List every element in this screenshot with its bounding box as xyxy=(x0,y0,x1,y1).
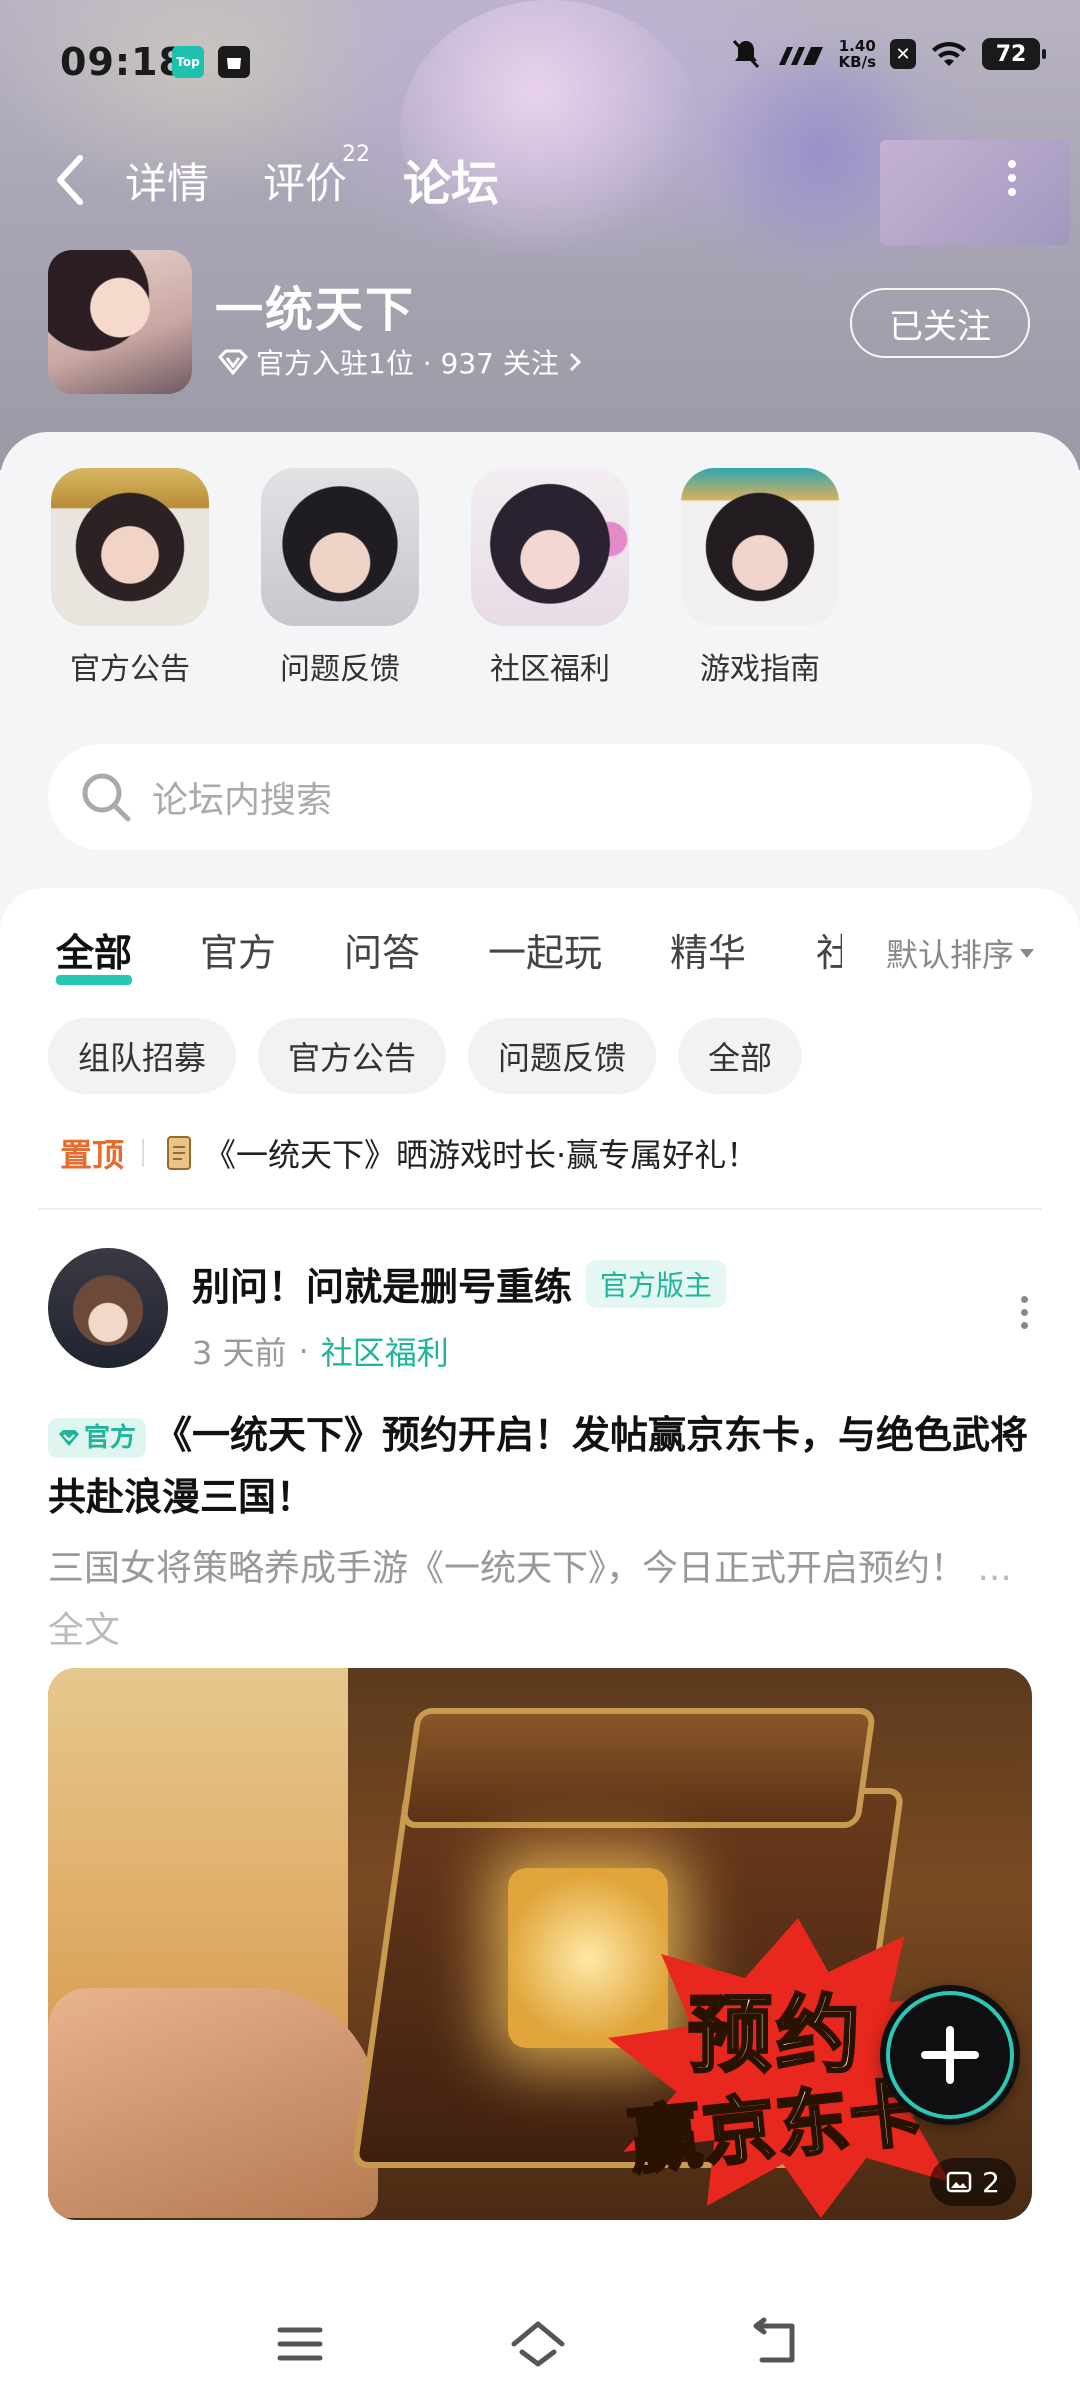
tab-play-together[interactable]: 一起玩 xyxy=(488,922,602,977)
official-tag: 官方 xyxy=(48,1417,147,1458)
wifi-icon xyxy=(932,41,966,66)
top-app-icon: Top xyxy=(172,46,204,78)
image-count-badge: 2 xyxy=(930,2158,1016,2206)
search-input[interactable]: 论坛内搜索 xyxy=(48,744,1032,850)
diamond-icon xyxy=(218,349,248,375)
game-name: 一统天下 xyxy=(215,282,416,338)
chip-team-recruit[interactable]: 组队招募 xyxy=(48,1018,237,1094)
chevron-down-icon xyxy=(1020,948,1034,958)
image-hand xyxy=(48,1988,378,2218)
category-label: 社区福利 xyxy=(490,652,610,687)
category-label: 游戏指南 xyxy=(700,652,820,687)
header-banner: 09:18 Top 1.40 KB/s ✕ 72 详情 评价 22 论坛 一统天下… xyxy=(0,0,1080,470)
divider xyxy=(142,1139,145,1167)
plus-icon xyxy=(921,2026,979,2084)
system-nav-bar xyxy=(0,2282,1080,2408)
meta-separator: · xyxy=(298,1332,309,1370)
status-time: 09:18 xyxy=(60,40,186,84)
back-nav-icon[interactable] xyxy=(748,2314,808,2374)
author-name: 别问！问就是删号重练 xyxy=(192,1265,573,1309)
category-label: 问题反馈 xyxy=(280,652,400,687)
read-more-link[interactable]: 全文 xyxy=(48,1610,120,1651)
post-board[interactable]: 社区福利 xyxy=(321,1328,449,1374)
home-icon[interactable] xyxy=(508,2314,568,2374)
chip-official-notice[interactable]: 官方公告 xyxy=(258,1018,447,1094)
status-icons: 1.40 KB/s ✕ 72 xyxy=(731,37,1046,71)
ellipsis: ... xyxy=(977,1548,1012,1589)
battery-icon: 72 xyxy=(982,38,1046,70)
post-time: 3 天前 xyxy=(192,1334,287,1372)
game-meta[interactable]: 官方入驻1位 · 937 关注 xyxy=(218,342,583,382)
tab-qa[interactable]: 问答 xyxy=(344,922,420,977)
post-image[interactable]: 预约 赢京东卡 2 xyxy=(48,1668,1032,2220)
mute-icon xyxy=(732,39,759,69)
divider xyxy=(38,1208,1042,1210)
network-speed: 1.40 KB/s xyxy=(838,37,876,71)
category-official-notice[interactable]: 官方公告 xyxy=(40,468,220,688)
game-info: 一统天下 官方入驻1位 · 937 关注 已关注 xyxy=(0,250,1080,400)
tab-official[interactable]: 官方 xyxy=(200,922,276,977)
tab-all[interactable]: 全部 xyxy=(56,922,133,985)
image-icon xyxy=(946,2171,972,2193)
tab-community[interactable]: 社 xyxy=(816,922,842,977)
category-feedback[interactable]: 问题反馈 xyxy=(250,468,430,688)
chip-feedback[interactable]: 问题反馈 xyxy=(468,1018,657,1094)
chevron-right-icon xyxy=(569,352,581,372)
moderator-badge: 官方版主 xyxy=(586,1259,727,1308)
image-gold-tablet xyxy=(508,1868,668,2048)
no-sim-icon: ✕ xyxy=(890,39,916,69)
filter-chips: 组队招募 官方公告 问题反馈 全部 xyxy=(48,1018,803,1094)
pinned-post[interactable]: 置顶 《一统天下》晒游戏时长·赢专属好礼！ xyxy=(60,1130,758,1176)
category-avatar xyxy=(51,468,209,626)
post-author[interactable]: 别问！问就是删号重练 官方版主 xyxy=(192,1256,727,1311)
game-icon[interactable] xyxy=(48,250,192,394)
signal-icon xyxy=(778,47,823,65)
category-game-guide[interactable]: 游戏指南 xyxy=(670,468,850,688)
pinned-tag: 置顶 xyxy=(60,1136,125,1174)
game-meta-text: 官方入驻1位 · 937 关注 xyxy=(256,347,559,380)
back-icon[interactable] xyxy=(50,150,94,210)
chip-all[interactable]: 全部 xyxy=(678,1018,803,1094)
category-avatar xyxy=(471,468,629,626)
category-avatar xyxy=(261,468,419,626)
image-chest-lid xyxy=(399,1708,877,1828)
category-shortcuts: 官方公告 问题反馈 社区福利 游戏指南 xyxy=(40,468,1040,728)
tab-reviews[interactable]: 评价 xyxy=(263,150,347,211)
tab-featured[interactable]: 精华 xyxy=(670,922,746,977)
search-placeholder: 论坛内搜索 xyxy=(152,780,333,821)
follow-button[interactable]: 已关注 xyxy=(850,288,1030,358)
search-icon xyxy=(82,773,131,822)
diamond-icon xyxy=(59,1429,79,1446)
sort-label: 默认排序 xyxy=(885,936,1014,974)
post-meta: 3 天前 · 社区福利 xyxy=(192,1328,449,1374)
menu-icon[interactable] xyxy=(270,2314,330,2374)
pinned-title: 《一统天下》晒游戏时长·赢专属好礼！ xyxy=(204,1136,759,1174)
more-icon[interactable] xyxy=(1002,154,1022,208)
sort-dropdown[interactable]: 默认排序 xyxy=(865,930,1034,976)
category-label: 官方公告 xyxy=(70,652,190,687)
category-avatar xyxy=(681,468,839,626)
avatar[interactable] xyxy=(48,1248,168,1368)
scroll-icon xyxy=(167,1136,192,1170)
tab-forum[interactable]: 论坛 xyxy=(403,144,499,216)
top-nav: 详情 评价 22 论坛 xyxy=(0,140,1080,220)
category-community-benefits[interactable]: 社区福利 xyxy=(460,468,640,688)
shopping-bag-icon xyxy=(218,46,250,78)
create-post-button[interactable] xyxy=(880,1985,1020,2125)
status-bar: 09:18 Top 1.40 KB/s ✕ 72 xyxy=(0,0,1080,130)
post-title-text: 《一统天下》预约开启！发帖赢京东卡，与绝色武将共赴浪漫三国！ xyxy=(48,1413,1029,1519)
post-more-icon[interactable] xyxy=(1014,1290,1034,1330)
post-title: 官方 《一统天下》预约开启！发帖赢京东卡，与绝色武将共赴浪漫三国！ xyxy=(48,1404,1038,1528)
post-excerpt: 三国女将策略养成手游《一统天下》，今日正式开启预约！ ... 全文 xyxy=(48,1548,1012,1651)
tab-details[interactable]: 详情 xyxy=(125,150,209,211)
review-count: 22 xyxy=(342,142,370,167)
